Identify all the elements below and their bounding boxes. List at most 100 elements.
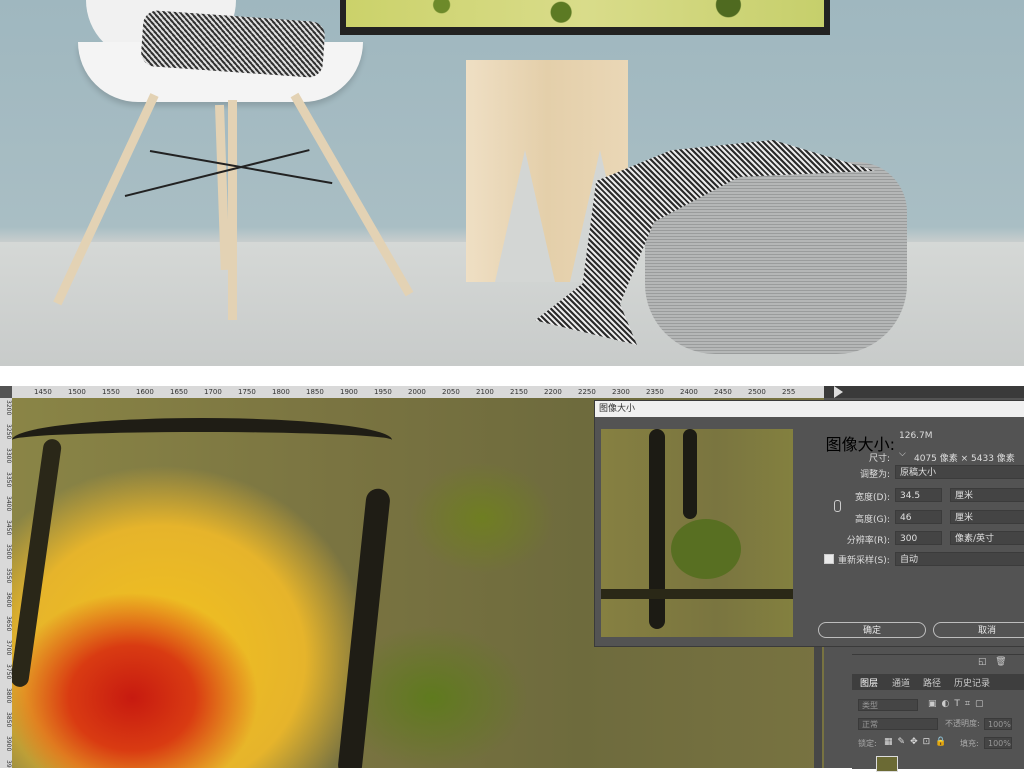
resample-checkbox[interactable] (824, 554, 834, 564)
ruler-tick-label: 3200 (5, 400, 12, 416)
text-filter-icon[interactable]: T (954, 699, 965, 709)
height-unit-select[interactable]: 厘米 (950, 510, 1024, 524)
layer-thumbnail[interactable] (876, 756, 898, 772)
ruler-tick-label: 3750 (5, 664, 12, 680)
ruler-tick-label: 3500 (5, 544, 12, 560)
lock-move-icon[interactable]: ✥ (910, 737, 923, 747)
fill-input[interactable]: 100% (984, 737, 1012, 749)
ruler-tick-label: 2150 (510, 388, 528, 396)
ruler-tick-label: 3950 (5, 760, 12, 768)
width-input[interactable]: 34.5 (895, 488, 942, 502)
image-filter-icon[interactable]: ▣ (928, 699, 942, 709)
ruler-tick-label: 1850 (306, 388, 324, 396)
ruler-tick-label: 1600 (136, 388, 154, 396)
ruler-tick-label: 2300 (612, 388, 630, 396)
dimensions-value: 4075 像素 × 5433 像素 (914, 454, 1015, 464)
ruler-tick-label: 2500 (748, 388, 766, 396)
adjust-filter-icon[interactable]: ◐ (942, 699, 955, 709)
opacity-label: 不透明度: (945, 719, 980, 728)
product-scene (0, 0, 1024, 366)
ruler-tick-label: 3250 (5, 424, 12, 440)
new-layer-icon[interactable]: ◱ (978, 657, 987, 667)
chair-leg (228, 100, 237, 320)
ruler-tick-label: 1800 (272, 388, 290, 396)
ruler-tick-label: 3850 (5, 712, 12, 728)
shape-filter-icon[interactable]: ⌗ (965, 699, 975, 709)
ruler-tick-label: 1550 (102, 388, 120, 396)
ruler-tick-label: 3450 (5, 520, 12, 536)
smart-filter-icon[interactable]: ▢ (975, 699, 989, 709)
ok-button[interactable]: 确定 (818, 622, 926, 638)
image-size-value: 126.7M (899, 431, 933, 441)
ruler-tick-label: 3900 (5, 736, 12, 752)
lock-all-icon[interactable]: 🔒 (935, 737, 951, 747)
ruler-tick-label: 3700 (5, 640, 12, 656)
ruler-tick-label: 3600 (5, 592, 12, 608)
ruler-tick-label: 2050 (442, 388, 460, 396)
opacity-input[interactable]: 100% (984, 718, 1012, 730)
ruler-tick-label: 1650 (170, 388, 188, 396)
resample-label: 重新采样(S): (838, 556, 890, 566)
height-input[interactable]: 46 (895, 510, 942, 524)
ruler-horizontal[interactable]: 1450 1500 1550 1600 1650 1700 1750 1800 1850 1900… (12, 386, 824, 398)
preview-art (601, 589, 793, 599)
lock-transparency-icon[interactable]: ▦ (884, 737, 898, 747)
chair-crossbar (149, 150, 333, 185)
ink-stroke (12, 418, 392, 462)
fill-label: 填充: (960, 739, 979, 748)
ruler-tick-label: 1500 (68, 388, 86, 396)
lock-label: 锁定: (858, 739, 877, 748)
tab-layers[interactable]: 图层 (860, 676, 878, 689)
trash-icon[interactable]: 🗑 (995, 657, 1006, 667)
ruler-tick-label: 1750 (238, 388, 256, 396)
tab-channels[interactable]: 通道 (892, 676, 910, 689)
ruler-tick-label: 2000 (408, 388, 426, 396)
width-label: 宽度(D): (855, 493, 890, 503)
ruler-tick-label: 3300 (5, 448, 12, 464)
lock-icons: ▦✎✥⊡🔒 (884, 737, 951, 747)
vertical-scrollbar[interactable] (814, 636, 822, 768)
ruler-tick-label: 2250 (578, 388, 596, 396)
ruler-tick-label: 3350 (5, 472, 12, 488)
tab-history[interactable]: 历史记录 (954, 676, 990, 689)
painting-art (346, 0, 824, 27)
blend-mode-select[interactable]: 正常 (858, 718, 938, 730)
dialog-title: 图像大小 (595, 401, 1024, 417)
panel-tabs: 图层 通道 路径 历史记录 (852, 674, 1024, 690)
preview-art (671, 519, 741, 579)
ink-stroke (12, 437, 63, 689)
ruler-tick-label: 1950 (374, 388, 392, 396)
ruler-tick-label: 3400 (5, 496, 12, 512)
ruler-tick-label: 1900 (340, 388, 358, 396)
height-label: 高度(G): (854, 515, 890, 525)
lock-artboard-icon[interactable]: ⊡ (923, 737, 936, 747)
ruler-tick-label: 2400 (680, 388, 698, 396)
ruler-tick-label: 3650 (5, 616, 12, 632)
ruler-tick-label: 255 (782, 388, 796, 396)
play-icon[interactable] (834, 386, 843, 398)
ruler-tick-label: 2200 (544, 388, 562, 396)
fit-to-label: 调整为: (859, 470, 890, 480)
panel-header-bar (824, 386, 1024, 398)
ruler-vertical[interactable]: 3200 3250 3300 3350 3400 3450 3500 3550 3600 3650… (0, 398, 12, 768)
lock-paint-icon[interactable]: ✎ (898, 737, 911, 747)
layer-filter-select[interactable]: 类型 (858, 699, 918, 711)
ink-stroke (336, 487, 392, 768)
resample-select[interactable]: 自动 (895, 552, 1024, 566)
fit-to-select[interactable]: 原稿大小 (895, 465, 1024, 479)
ruler-tick-label: 1700 (204, 388, 222, 396)
width-unit-select[interactable]: 厘米 (950, 488, 1024, 502)
tab-paths[interactable]: 路径 (923, 676, 941, 689)
preview-art (649, 429, 665, 629)
ruler-tick-label: 2350 (646, 388, 664, 396)
dimensions-label: 尺寸: (868, 454, 890, 464)
framed-painting (340, 0, 830, 35)
cancel-button[interactable]: 取消 (933, 622, 1024, 638)
dialog-preview[interactable] (601, 429, 793, 637)
ruler-tick-label: 3550 (5, 568, 12, 584)
ruler-tick-label: 1450 (34, 388, 52, 396)
panel-icons: ◱ 🗑 (978, 657, 1007, 667)
resolution-unit-select[interactable]: 像素/英寸 (950, 531, 1024, 545)
chevron-down-icon[interactable]: ⌵ (899, 449, 909, 459)
resolution-input[interactable]: 300 (895, 531, 942, 545)
